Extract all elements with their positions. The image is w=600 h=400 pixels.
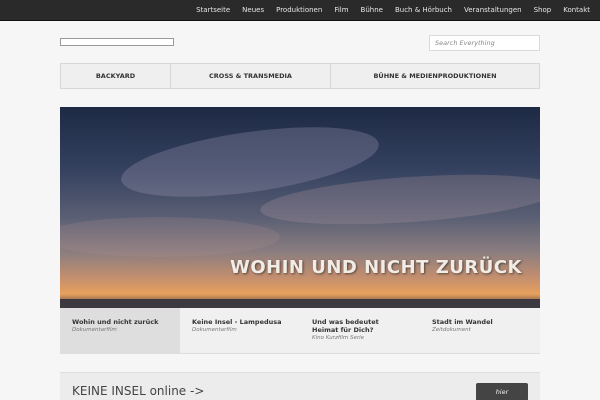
category-backyard[interactable]: BACKYARD: [61, 64, 171, 88]
slide-title: Wohin und nicht zurück: [72, 318, 159, 326]
slide-subtitle: Dokumentarfilm: [72, 327, 117, 333]
slide-tab-heimat[interactable]: Und was bedeutet Heimat für Dich? Kino K…: [300, 308, 420, 353]
nav-neues[interactable]: Neues: [236, 0, 270, 21]
hero-slider-image[interactable]: WOHIN UND NICHT ZURÜCK: [60, 107, 540, 308]
slide-subtitle: Zeitdokument: [432, 327, 471, 333]
nav-buch-hoerbuch[interactable]: Buch & Hörbuch: [389, 0, 458, 21]
category-buehne-medienproduktionen[interactable]: BÜHNE & MEDIENPRODUKTIONEN: [331, 64, 539, 88]
nav-buehne[interactable]: Bühne: [355, 0, 389, 21]
slide-tab-stadt[interactable]: Stadt im Wandel Zeitdokument: [420, 308, 540, 353]
slide-title: Keine Insel - Lampedusa: [192, 318, 282, 326]
nav-kontakt[interactable]: Kontakt: [557, 0, 596, 21]
sky-cloud: [60, 217, 280, 257]
slide-tab-wohin[interactable]: Wohin und nicht zurück Dokumentarfilm: [60, 308, 180, 353]
top-navigation: Startseite Neues Produktionen Film Bühne…: [190, 0, 600, 21]
top-bar: Startseite Neues Produktionen Film Bühne…: [0, 0, 600, 21]
category-navigation: BACKYARD CROSS & TRANSMEDIA BÜHNE & MEDI…: [60, 63, 540, 89]
horizon: [60, 299, 540, 308]
promo-button[interactable]: hier: [476, 383, 528, 400]
search-input[interactable]: Search Everything: [429, 35, 540, 51]
slide-subtitle: Dokumentarfilm: [192, 327, 237, 333]
nav-shop[interactable]: Shop: [528, 0, 558, 21]
promo-text: KEINE INSEL online ->: [72, 384, 205, 398]
nav-produktionen[interactable]: Produktionen: [270, 0, 328, 21]
logo-placeholder[interactable]: [60, 38, 174, 46]
category-cross-transmedia[interactable]: CROSS & TRANSMEDIA: [171, 64, 331, 88]
slide-title: Stadt im Wandel: [432, 318, 493, 326]
nav-veranstaltungen[interactable]: Veranstaltungen: [458, 0, 528, 21]
slide-tab-keine-insel[interactable]: Keine Insel - Lampedusa Dokumentarfilm: [180, 308, 300, 353]
slider-tabs: Wohin und nicht zurück Dokumentarfilm Ke…: [60, 308, 540, 354]
nav-film[interactable]: Film: [328, 0, 354, 21]
nav-startseite[interactable]: Startseite: [190, 0, 236, 21]
promo-banner: KEINE INSEL online -> hier: [60, 372, 540, 400]
hero-title: WOHIN UND NICHT ZURÜCK: [229, 257, 522, 278]
slide-subtitle: Kino Kurzfilm Serie: [312, 335, 365, 341]
slide-title: Und was bedeutet Heimat für Dich?: [312, 318, 379, 334]
